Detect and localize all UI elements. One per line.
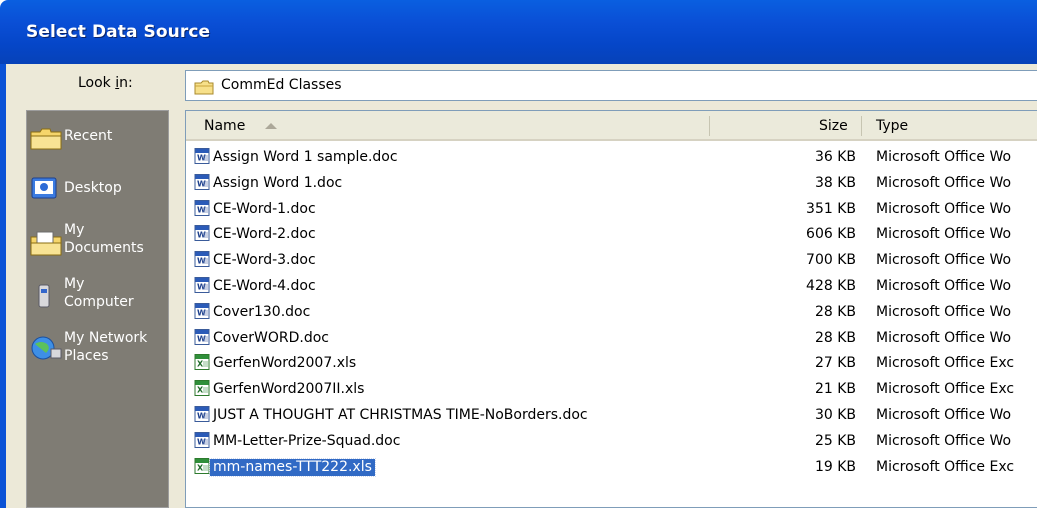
excel-file-icon: X [194,380,210,400]
file-size: 25 KB [814,432,856,449]
file-type: Microsoft Office Wo [876,329,1012,346]
file-size: 28 KB [814,303,856,320]
select-data-source-dialog: Select Data Source Look in: CommEd Class… [0,0,1037,508]
file-type: Microsoft Office Exc [876,458,1015,475]
file-name: JUST A THOUGHT AT CHRISTMAS TIME-NoBorde… [213,407,588,423]
svg-text:X: X [197,360,204,369]
file-type: Microsoft Office Wo [876,278,1012,294]
place-desktop[interactable]: Desktop [27,175,168,205]
file-size: 428 KB [806,278,856,294]
file-row[interactable]: Xmm-names-TTT222.xls 19 KB Microsoft Offic… [186,456,1037,479]
file-list[interactable]: Name Size Type W Assign Word 1 sample.doc… [185,110,1037,508]
word-file-icon: W [194,406,210,426]
dialog-title: Select Data Source [26,22,211,42]
excel-file-icon: X [194,354,210,374]
file-row[interactable]: W CoverWORD.doc 28 KB Microsoft Office Wo [186,327,1037,350]
file-name: CE-Word-4.doc [213,278,316,294]
word-file-icon: W [194,251,210,271]
sort-ascending-icon [265,123,277,129]
file-name: GerfenWord2007II.xls [213,381,365,398]
file-type: Microsoft Office Exc [876,381,1015,398]
file-type: Microsoft Office Wo [876,303,1012,320]
word-file-icon: W [194,173,210,194]
title-bar[interactable]: Select Data Source [0,0,1037,64]
file-size: 30 KB [814,407,856,423]
file-size: 38 KB [814,174,856,191]
file-name: Cover130.doc [213,303,311,320]
word-file-icon: W [194,328,210,349]
place-label: Desktop [64,180,122,196]
place-label: Recent [64,128,113,144]
recent-folder-icon [29,127,63,155]
file-type: Microsoft Office Wo [876,200,1012,217]
file-row[interactable]: X GerfenWord2007.xls 27 KB Microsoft Office… [186,352,1037,375]
file-name: Assign Word 1 sample.doc [213,149,398,165]
file-type: Microsoft Office Wo [876,407,1012,423]
file-type: Microsoft Office Wo [876,149,1012,165]
look-in-dropdown[interactable]: CommEd Classes [185,70,1037,101]
file-size: 351 KB [806,200,856,217]
word-file-icon: W [194,199,210,220]
word-file-icon: W [194,225,210,245]
file-name: Assign Word 1.doc [213,174,343,191]
place-my-network-places[interactable]: My Network Places [27,329,168,373]
file-name: CoverWORD.doc [213,329,329,346]
word-file-icon: W [194,302,210,323]
column-divider[interactable] [709,116,710,136]
file-name: CE-Word-2.doc [213,226,316,243]
file-name: GerfenWord2007.xls [213,355,357,372]
file-row[interactable]: W Assign Word 1 sample.doc 36 KB Microsoft … [186,146,1037,169]
file-type: Microsoft Office Wo [876,174,1012,191]
list-header: Name Size Type [186,111,1037,141]
network-places-icon [29,335,63,365]
place-my-computer[interactable]: My Computer [27,275,168,319]
word-file-icon: W [194,431,210,452]
word-file-icon: W [194,277,210,297]
file-name: MM-Letter-Prize-Squad.doc [213,432,401,449]
file-row[interactable]: W JUST A THOUGHT AT CHRISTMAS TIME-NoBord… [186,404,1037,427]
word-file-icon: W [194,148,210,168]
place-label: My Computer [64,276,134,310]
place-label: My Network Places [64,330,148,364]
file-size: 700 KB [806,252,856,269]
column-header-type[interactable]: Type [876,111,908,139]
folder-icon [194,80,214,99]
file-row[interactable]: W CE-Word-2.doc 606 KB Microsoft Office Wo [186,223,1037,246]
svg-text:X: X [197,386,204,395]
file-size: 36 KB [814,149,856,165]
file-row[interactable]: W Assign Word 1.doc 38 KB Microsoft Office … [186,172,1037,195]
file-size: 19 KB [814,458,856,475]
desktop-icon [29,177,63,205]
file-name: CE-Word-1.doc [213,200,316,217]
place-recent[interactable]: Recent [27,123,168,153]
file-name: mm-names-TTT222.xls [209,457,376,477]
file-type: Microsoft Office Wo [876,432,1012,449]
excel-file-icon: X [194,457,210,478]
file-type: Microsoft Office Exc [876,355,1015,372]
file-size: 28 KB [814,329,856,346]
places-bar: Recent Desktop My Documents My Computer My… [26,110,169,508]
file-row[interactable]: W MM-Letter-Prize-Squad.doc 25 KB Microsoft… [186,430,1037,453]
file-row[interactable]: W CE-Word-3.doc 700 KB Microsoft Office Wo [186,249,1037,272]
place-my-documents[interactable]: My Documents [27,221,168,265]
column-header-size[interactable]: Size [819,111,848,139]
file-type: Microsoft Office Wo [876,252,1012,269]
look-in-label: Look in: [78,75,133,91]
file-name: CE-Word-3.doc [213,252,316,269]
column-divider[interactable] [861,116,862,136]
file-size: 27 KB [814,355,856,372]
file-size: 21 KB [814,381,856,398]
my-computer-icon [29,283,63,313]
file-row[interactable]: W CE-Word-4.doc 428 KB Microsoft Office Wo [186,275,1037,298]
column-header-name[interactable]: Name [204,111,245,139]
file-size: 606 KB [806,226,856,243]
place-label: My Documents [64,222,144,256]
file-row[interactable]: W Cover130.doc 28 KB Microsoft Office Wo [186,301,1037,324]
file-row[interactable]: W CE-Word-1.doc 351 KB Microsoft Office Wo [186,198,1037,221]
file-row[interactable]: X GerfenWord2007II.xls 21 KB Microsoft Offi… [186,378,1037,401]
my-documents-icon [29,231,63,261]
file-type: Microsoft Office Wo [876,226,1012,243]
look-in-value: CommEd Classes [221,77,342,93]
svg-text:X: X [197,463,204,472]
